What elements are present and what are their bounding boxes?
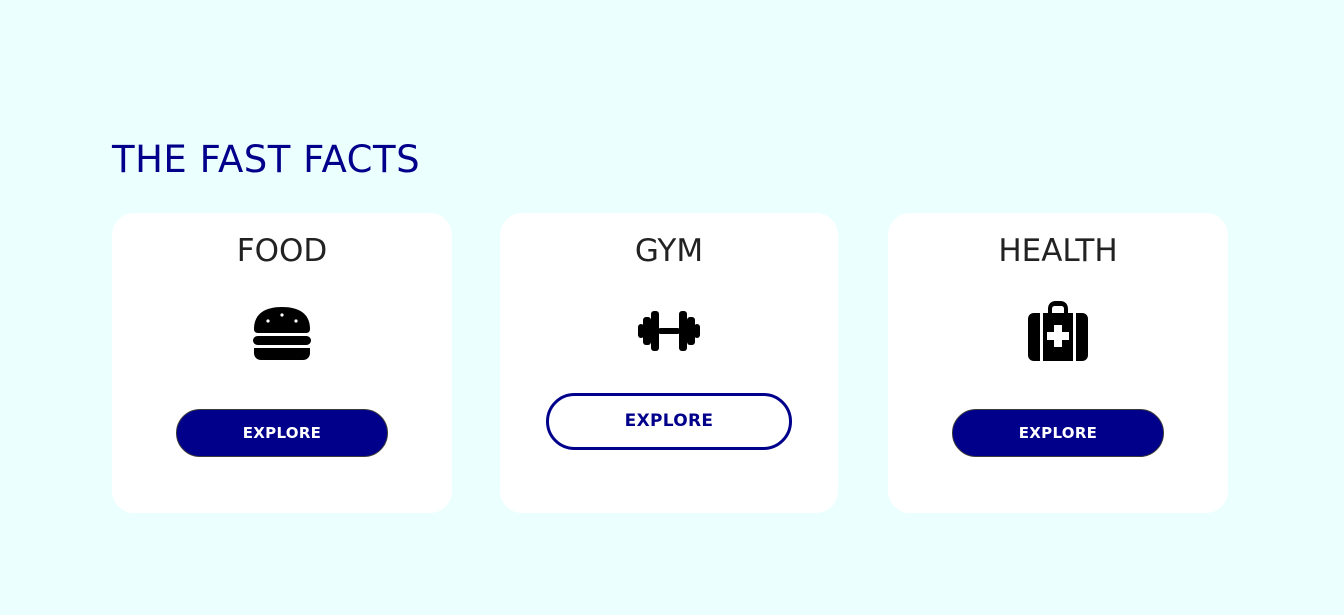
card-title-gym: GYM — [634, 233, 704, 269]
explore-food-button[interactable]: EXPLORE — [176, 409, 388, 457]
card-title-health: HEALTH — [998, 233, 1118, 269]
burger-icon — [250, 299, 314, 363]
dumbbell-icon — [637, 299, 701, 363]
cards-row: FOOD EXPLORE GYM EXPLORE HEALTH EXPLORE — [112, 213, 1232, 513]
card-title-food: FOOD — [236, 233, 328, 269]
explore-health-button[interactable]: EXPLORE — [952, 409, 1164, 457]
card-gym: GYM EXPLORE — [500, 213, 838, 513]
section-title: THE FAST FACTS — [112, 138, 421, 181]
fast-facts-section: THE FAST FACTS FOOD EXPLORE GYM EXPLORE … — [112, 136, 1232, 513]
explore-gym-button[interactable]: EXPLORE — [546, 393, 792, 450]
card-health: HEALTH EXPLORE — [888, 213, 1228, 513]
card-food: FOOD EXPLORE — [112, 213, 452, 513]
medical-kit-icon — [1026, 299, 1090, 363]
